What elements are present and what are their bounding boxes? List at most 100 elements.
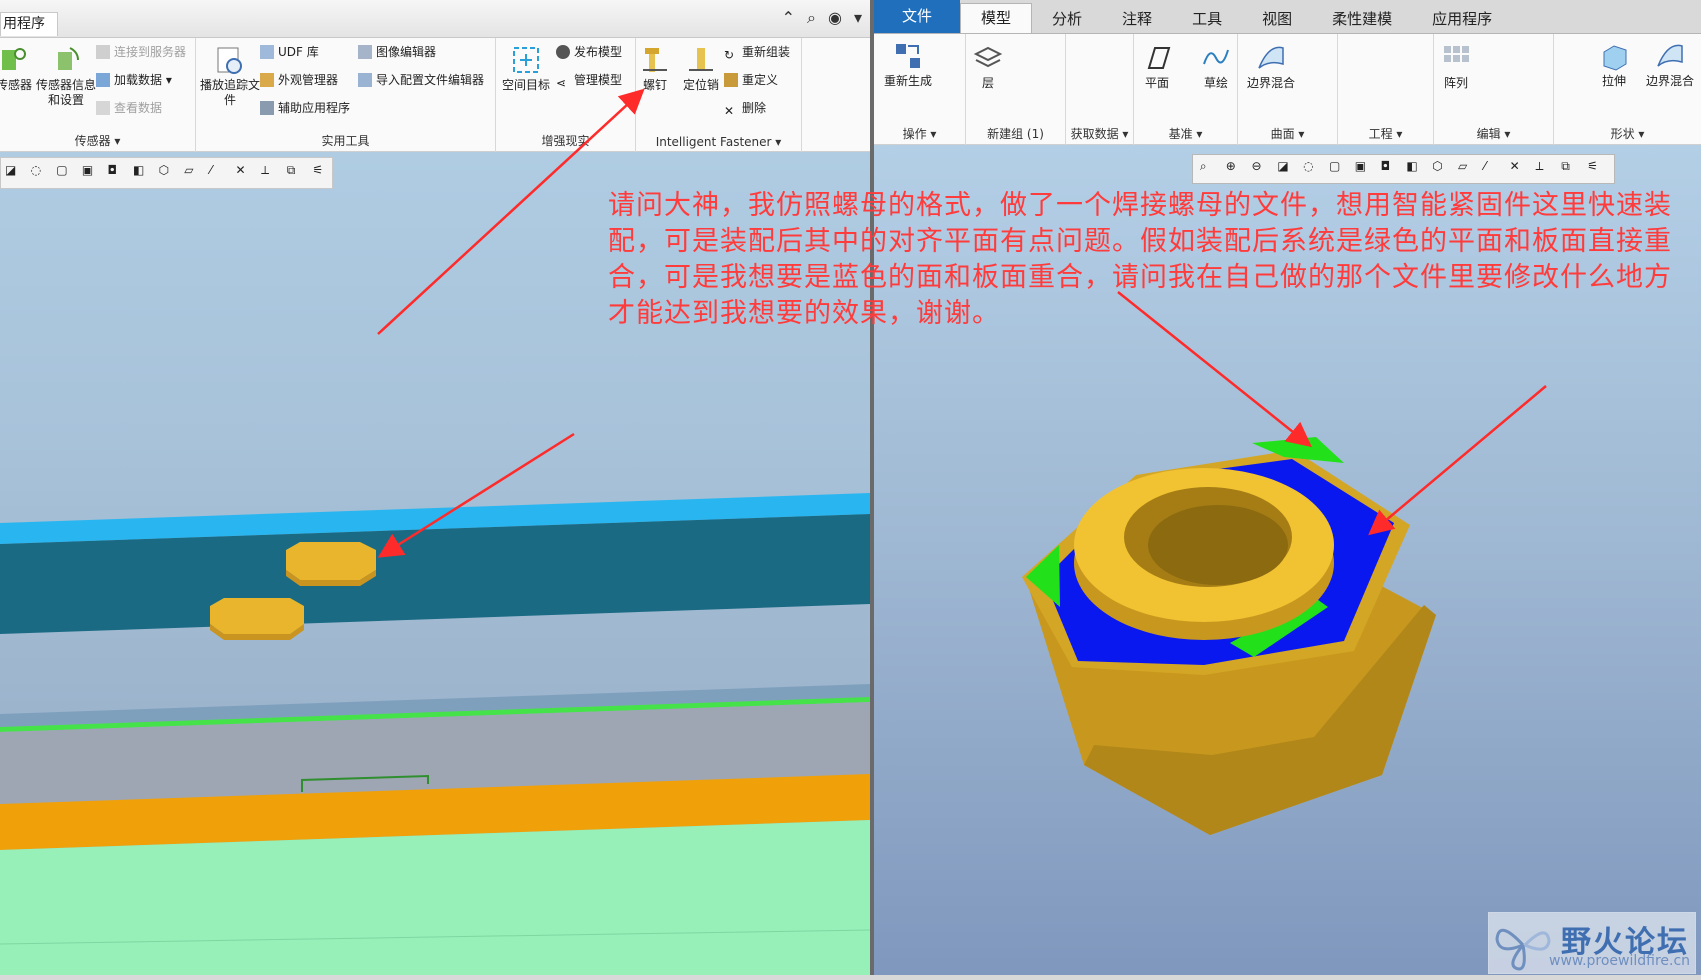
udf-icon [260,45,274,59]
group-label-get-data[interactable]: 获取数据 ▾ [1066,125,1133,142]
playback-trace-button[interactable]: 播放追踪文件 [200,44,260,108]
view-manager-icon[interactable]: ▣ [82,163,102,183]
auxiliary-app-icon [260,101,274,115]
group-label-intelligent-fastener[interactable]: Intelligent Fastener ▾ [636,135,801,149]
tab-flexible-modeling[interactable]: 柔性建模 [1312,5,1412,33]
group-new-group: 层 新建组 (1) [966,34,1066,145]
refit-icon[interactable]: ◪ [5,163,25,183]
appearance-manager-button[interactable]: 外观管理器 [260,70,338,90]
left-graphics-toolbar: ◪ ◌ ▢ ▣ ◘ ◧ ⬡ ▱ ⁄ ✕ ⟂ ⧉ ⚟ [0,157,333,189]
tab-tools[interactable]: 工具 [1172,5,1242,33]
connect-server-button[interactable]: 连接到服务器 [96,42,186,62]
layer-label: 层 [981,76,994,90]
group-label-shapes[interactable]: 形状 ▾ [1554,125,1701,142]
group-label-utility-tools: 实用工具 [321,134,370,148]
left-ribbon: 传感器 传感器信息和设置 连接到服务器 加载数据 ▾ 查看数据 传感器 ▾ 播放… [0,38,870,152]
group-label-operations[interactable]: 操作 ▾ [874,125,965,142]
group-surface: 边界混合 曲面 ▾ [1238,34,1338,145]
redefine-button[interactable]: 重定义 [724,70,778,90]
saved-views-icon[interactable]: ▢ [56,163,76,183]
group-get-data: 获取数据 ▾ [1066,34,1134,145]
left-creo-window: 用程序 ⌃ ⌕ ◉ ▾ 传感器 传感器信息和设置 连接到服务器 加载数据 ▾ 查… [0,0,870,980]
group-label-sensors[interactable]: 传感器 ▾ [0,132,195,149]
playback-trace-label: 播放追踪文件 [200,78,261,107]
group-augmented-reality: 空间目标 发布模型 ⋖ 管理模型 增强现实 [496,38,636,152]
layer-button[interactable]: 层 [966,42,1010,91]
group-label-edit[interactable]: 编辑 ▾ [1434,125,1553,142]
group-operations: 重新生成 操作 ▾ [874,34,966,145]
group-intelligent-fastener: 螺钉 定位销 ↻ 重新组装 重定义 ✕ 删除 Intelligent Faste… [636,38,802,152]
manage-model-button[interactable]: ⋖ 管理模型 [556,70,622,90]
tab-applications[interactable]: 用程序 [0,12,58,36]
image-editor-button[interactable]: 图像编辑器 [358,42,436,62]
axis-display-icon[interactable]: ⁄ [210,163,230,183]
sensor-button-label: 传感器 [0,78,32,92]
auxiliary-app-label: 辅助应用程序 [278,101,351,115]
delete-button[interactable]: ✕ 删除 [724,98,766,118]
group-label-surface[interactable]: 曲面 ▾ [1238,125,1337,142]
chevron-down-icon[interactable]: ▾ [854,8,862,28]
auxiliary-app-button[interactable]: 辅助应用程序 [260,98,350,118]
tab-view[interactable]: 视图 [1242,5,1312,33]
reassemble-button[interactable]: ↻ 重新组装 [724,42,790,62]
sketch-button[interactable]: 草绘 [1194,42,1238,91]
appearance-icon [260,73,274,87]
regenerate-button[interactable]: 重新生成 [878,40,938,89]
weld-nut-2[interactable] [210,598,304,640]
watermark-url: www.proewildfire.cn [1549,953,1691,969]
spin-center-icon[interactable]: ⚟ [312,163,332,183]
perspective-icon[interactable]: ⬡ [159,163,179,183]
import-config-icon [358,73,372,87]
pattern-label: 阵列 [1443,76,1468,90]
view-data-label: 查看数据 [114,101,163,115]
search-icon[interactable]: ⌕ [807,8,816,28]
tab-model[interactable]: 模型 [960,3,1033,33]
group-engineering: 工程 ▾ [1338,34,1434,145]
pattern-button[interactable]: 阵列 [1434,42,1478,91]
server-icon [96,45,110,59]
annotation-display-icon[interactable]: ⧉ [287,163,307,183]
load-data-button[interactable]: 加载数据 ▾ [96,70,172,90]
weld-nut-1[interactable] [286,542,376,586]
boundary-blend-label-2: 边界混合 [1645,74,1694,88]
layers-icon [973,46,1003,68]
csys-display-icon[interactable]: ⟂ [261,163,281,183]
group-label-engineering[interactable]: 工程 ▾ [1338,125,1433,142]
view-data-button[interactable]: 查看数据 [96,98,162,118]
extrude-button[interactable]: 拉伸 [1594,40,1634,89]
dowel-pin-icon [689,48,713,71]
collapse-ribbon-icon[interactable]: ⌃ [782,8,795,28]
boundary-blend-button[interactable]: 边界混合 [1238,42,1304,91]
point-display-icon[interactable]: ✕ [235,163,255,183]
tab-annotate[interactable]: 注释 [1102,5,1172,33]
tab-file[interactable]: 文件 [874,0,961,33]
spatial-target-button[interactable]: 空间目标 [496,44,556,93]
sensor-info-button[interactable]: 传感器信息和设置 [36,44,96,108]
extrude-label: 拉伸 [1601,74,1626,88]
udf-library-button[interactable]: UDF 库 [260,42,319,62]
dowel-pin-button[interactable]: 定位销 [676,44,726,93]
reassemble-label: 重新组装 [742,45,791,59]
publish-model-button[interactable]: 发布模型 [556,42,622,62]
appearance-label: 外观管理器 [278,73,339,87]
boundary-blend-label: 边界混合 [1246,76,1295,90]
help-icon[interactable]: ◉ [828,8,842,28]
regenerate-icon [896,44,920,68]
right-ribbon: 重新生成 操作 ▾ 层 新建组 (1) 获取数据 ▾ 平面 草绘 基准 ▾ 边界… [874,34,1701,145]
tab-applications[interactable]: 应用程序 [1412,5,1512,33]
plane-display-icon[interactable]: ▱ [184,163,204,183]
group-label-datum[interactable]: 基准 ▾ [1134,125,1237,142]
spatial-target-icon [513,47,539,73]
screw-icon [643,48,667,72]
boundary-blend-button-2[interactable]: 边界混合 [1640,40,1700,89]
display-style-icon[interactable]: ◧ [133,163,153,183]
group-edit: 阵列 编辑 ▾ [1434,34,1554,145]
import-config-editor-button[interactable]: 导入配置文件编辑器 [358,70,484,90]
tab-analysis[interactable]: 分析 [1032,5,1102,33]
plane-button[interactable]: 平面 [1134,42,1180,91]
camera-icon[interactable]: ◘ [107,163,127,183]
sensor-info-label: 传感器信息和设置 [36,78,97,107]
reorient-icon[interactable]: ◌ [31,163,51,183]
view-data-icon [96,101,110,115]
screw-button[interactable]: 螺钉 [632,44,678,93]
